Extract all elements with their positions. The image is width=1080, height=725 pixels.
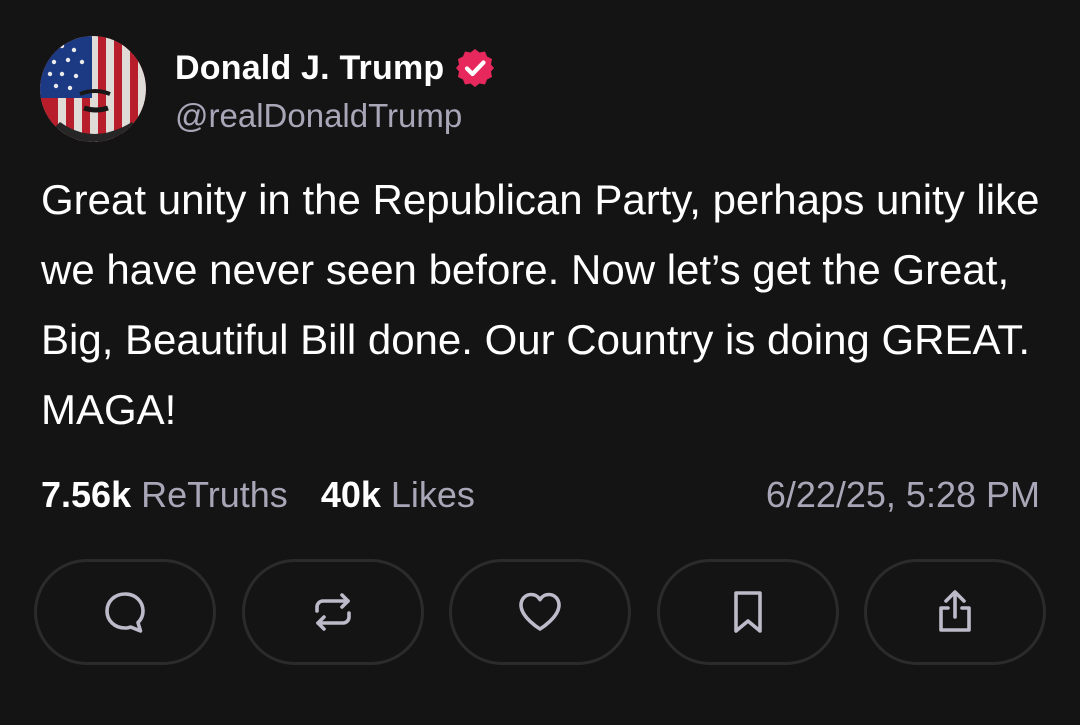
- retruths-stat[interactable]: 7.56k ReTruths: [41, 474, 288, 516]
- author-handle[interactable]: @realDonaldTrump: [175, 97, 496, 135]
- post-stats: 7.56k ReTruths 40k Likes 6/22/25, 5:28 P…: [41, 470, 1040, 520]
- share-button[interactable]: [864, 559, 1046, 665]
- truth-post: Donald J. Trump @realDonaldTrump Great u…: [0, 0, 1080, 725]
- bookmark-icon: [733, 591, 762, 633]
- avatar-image: [40, 36, 146, 142]
- likes-label: Likes: [390, 474, 475, 515]
- share-upload-icon: [939, 590, 971, 632]
- likes-count: 40k: [320, 474, 381, 515]
- bookmark-button[interactable]: [656, 559, 839, 665]
- reply-button[interactable]: [34, 559, 216, 665]
- like-button[interactable]: [449, 559, 631, 665]
- retruths-label: ReTruths: [141, 474, 288, 515]
- retruth-button[interactable]: [241, 559, 424, 665]
- chat-bubble-icon: [105, 592, 145, 633]
- repost-arrows-icon: [314, 593, 351, 631]
- retruths-count: 7.56k: [41, 474, 132, 515]
- author-display-name[interactable]: Donald J. Trump: [175, 49, 444, 88]
- verified-badge-icon: [454, 47, 496, 89]
- post-timestamp[interactable]: 6/22/25, 5:28 PM: [766, 474, 1040, 516]
- action-bar: [34, 559, 1046, 665]
- name-row: Donald J. Trump: [175, 43, 496, 93]
- post-text: Great unity in the Republican Party, per…: [41, 176, 1040, 433]
- heart-icon: [519, 592, 561, 631]
- likes-stat[interactable]: 40k Likes: [321, 474, 475, 516]
- avatar[interactable]: [40, 36, 146, 142]
- post-header: Donald J. Trump @realDonaldTrump: [40, 36, 496, 142]
- author-identity: Donald J. Trump @realDonaldTrump: [175, 43, 496, 135]
